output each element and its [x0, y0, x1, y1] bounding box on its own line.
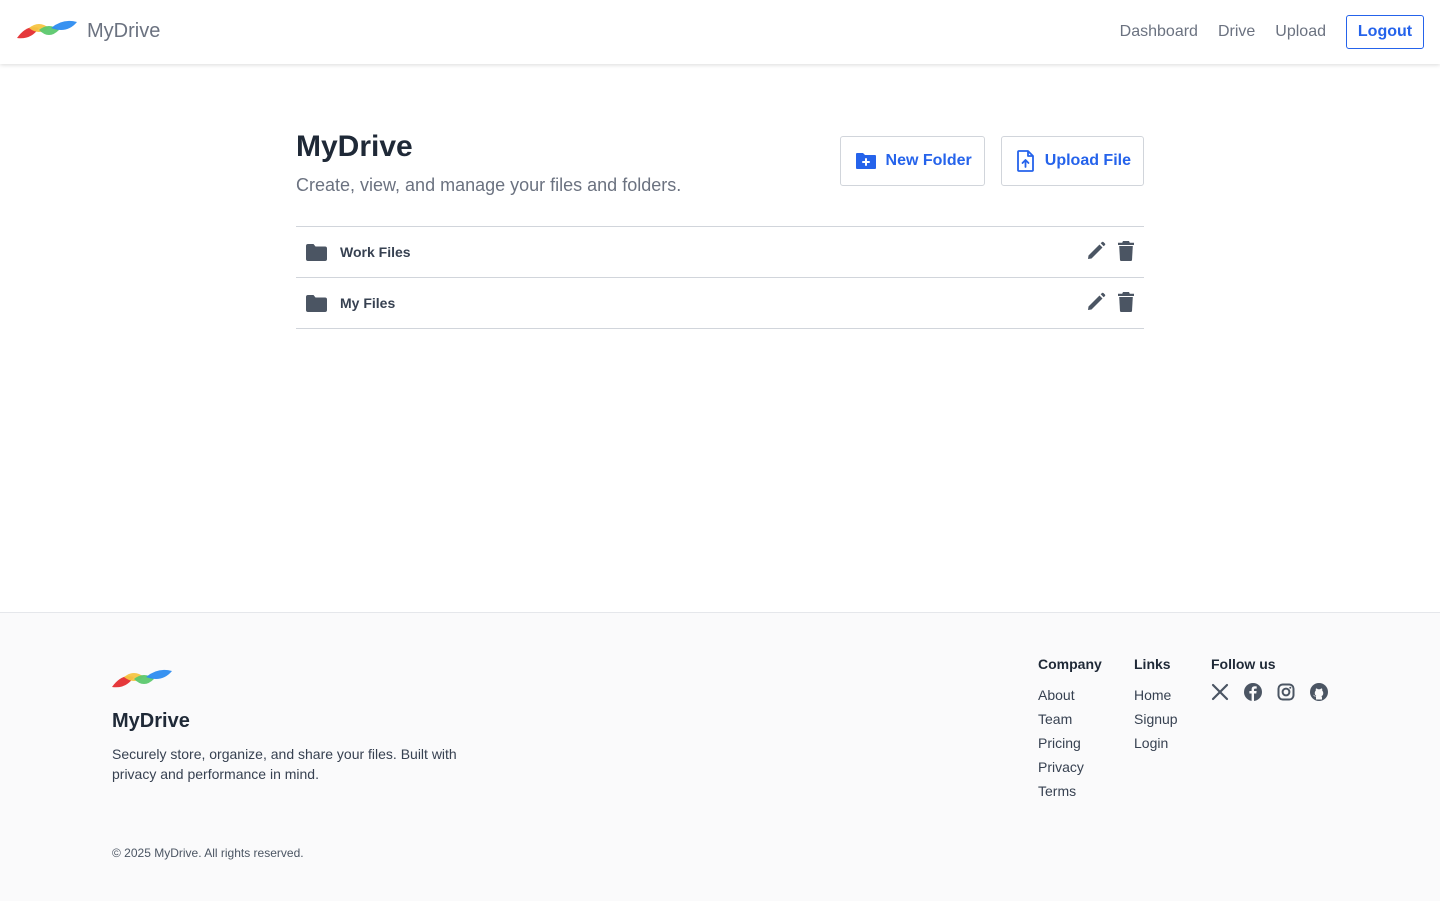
upload-file-label: Upload File [1044, 152, 1131, 169]
copyright-text: © 2025 MyDrive. All rights reserved. [112, 846, 304, 860]
mydrive-logo-icon [17, 20, 77, 39]
folder-row[interactable]: My Files [296, 278, 1144, 329]
brand-name: MyDrive [87, 19, 161, 42]
folder-icon [306, 294, 327, 312]
footer-company-title: Company [1038, 656, 1102, 672]
folder-name[interactable]: Work Files [340, 244, 411, 260]
footer-description: Securely store, organize, and share your… [112, 746, 457, 782]
footer-brand-name: MyDrive [112, 710, 190, 732]
upload-file-button[interactable]: Upload File [1000, 136, 1144, 186]
footer-about-link[interactable]: About [1038, 683, 1102, 707]
footer-login-link[interactable]: Login [1134, 731, 1178, 755]
nav-dashboard-link[interactable]: Dashboard [1120, 23, 1198, 41]
folder-row[interactable]: Work Files [296, 227, 1144, 278]
page-actions: New Folder Upload File [839, 136, 1144, 186]
footer-privacy-link[interactable]: Privacy [1038, 755, 1102, 779]
trash-icon[interactable] [1118, 292, 1134, 312]
folder-row-actions [1086, 241, 1134, 261]
mydrive-logo-icon [112, 669, 172, 688]
footer-signup-link[interactable]: Signup [1134, 707, 1178, 731]
footer-follow-title: Follow us [1211, 656, 1276, 672]
page-subtitle: Create, view, and manage your files and … [296, 175, 682, 195]
folder-icon [306, 243, 327, 261]
social-links [1211, 683, 1343, 701]
footer: MyDrive Securely store, organize, and sh… [0, 612, 1440, 901]
new-folder-label: New Folder [885, 152, 972, 169]
new-folder-button[interactable]: New Folder [839, 136, 985, 186]
footer-links-title: Links [1134, 656, 1171, 672]
edit-pencil-icon[interactable] [1086, 292, 1106, 312]
trash-icon[interactable] [1118, 241, 1134, 261]
folder-row-actions [1086, 292, 1134, 312]
footer-pricing-link[interactable]: Pricing [1038, 731, 1102, 755]
footer-follow-column: Follow us [1211, 655, 1343, 701]
nav-drive-link[interactable]: Drive [1218, 23, 1255, 41]
folder-name[interactable]: My Files [340, 295, 395, 311]
folder-plus-icon [855, 153, 876, 169]
nav-links: Dashboard Drive Upload Logout [1120, 15, 1424, 49]
logout-button[interactable]: Logout [1346, 15, 1424, 49]
instagram-icon[interactable] [1277, 683, 1295, 701]
footer-terms-link[interactable]: Terms [1038, 779, 1102, 803]
footer-links-column: Links Home Signup Login [1134, 655, 1178, 755]
folder-list: Work Files My Files [296, 226, 1144, 329]
nav-upload-link[interactable]: Upload [1275, 23, 1326, 41]
footer-team-link[interactable]: Team [1038, 707, 1102, 731]
facebook-icon[interactable] [1244, 683, 1262, 701]
edit-pencil-icon[interactable] [1086, 241, 1106, 261]
footer-company-column: Company About Team Pricing Privacy Terms [1038, 655, 1102, 803]
page-title: MyDrive [296, 130, 413, 163]
x-icon[interactable] [1211, 683, 1229, 701]
top-navbar: MyDrive Dashboard Drive Upload Logout [0, 0, 1440, 64]
brand[interactable]: MyDrive [17, 18, 160, 44]
github-icon[interactable] [1310, 683, 1328, 701]
footer-home-link[interactable]: Home [1134, 683, 1178, 707]
file-upload-icon [1016, 150, 1034, 172]
